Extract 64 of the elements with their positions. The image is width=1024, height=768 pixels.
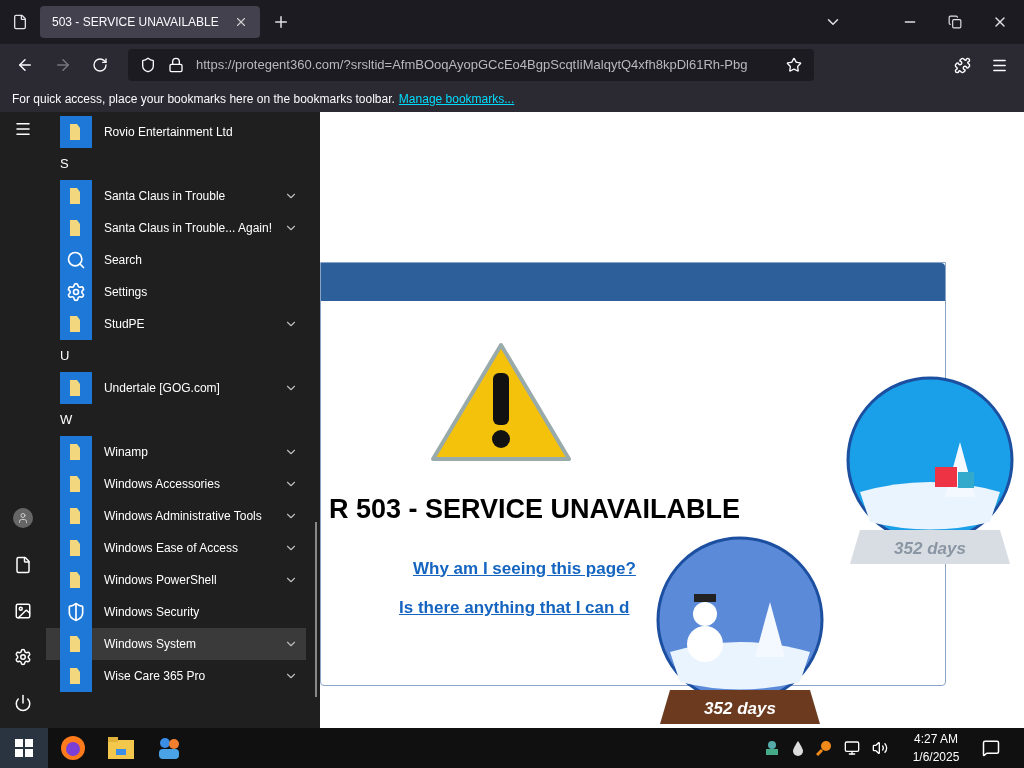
lock-icon[interactable] — [168, 57, 184, 73]
app-list-item[interactable]: Windows System — [45, 628, 306, 660]
url-text: https://protegent360.com/?srsltid=AfmBOoqAyopGCcEo4BgpScqtIiMalqytQ4xfh8kpDl61Rh-Pbg — [196, 56, 749, 75]
bookmarks-hint: For quick access, place your bookmarks here on the bookmarks toolbar. — [12, 91, 395, 108]
clock[interactable]: 4:27 AM 1/6/2025 — [904, 730, 968, 766]
windows-logo-icon — [15, 739, 33, 757]
pictures-icon[interactable] — [13, 602, 32, 620]
globe-label: 352 days — [703, 698, 777, 720]
app-list-item[interactable]: Rovio Entertainment Ltd — [45, 116, 306, 148]
people-app-icon[interactable] — [156, 735, 182, 761]
folder-icon — [59, 436, 92, 468]
volume-icon[interactable] — [872, 740, 888, 756]
documents-icon[interactable] — [13, 556, 32, 574]
settings-icon[interactable] — [13, 648, 32, 666]
new-tab-icon[interactable] — [272, 13, 290, 31]
app-list-item[interactable]: Windows Security — [45, 596, 306, 628]
back-icon[interactable] — [16, 56, 34, 74]
browser-app-icon[interactable] — [60, 735, 86, 761]
app-list-item[interactable]: Santa Claus in Trouble... Again! — [45, 212, 306, 244]
app-list-item[interactable]: Search — [45, 244, 306, 276]
shield-icon[interactable] — [140, 57, 156, 73]
app-list-item[interactable]: Windows Administrative Tools — [45, 500, 306, 532]
folder-icon — [59, 180, 92, 212]
folder-icon — [59, 308, 92, 340]
app-list-item[interactable]: Windows Accessories — [45, 468, 306, 500]
app-list-item[interactable]: Undertale [GOG.com] — [45, 372, 306, 404]
close-tab-icon[interactable] — [234, 15, 248, 29]
app-list-item[interactable]: Settings — [45, 276, 306, 308]
globe-label: 352 days — [893, 538, 967, 560]
error-heading: R 503 - SERVICE UNAVAILABLE — [329, 493, 742, 526]
scrollbar[interactable] — [315, 522, 317, 697]
folder-icon — [59, 372, 92, 404]
magnifier-tray-icon[interactable] — [816, 740, 832, 756]
folder-app-icon[interactable] — [108, 737, 134, 759]
app-list-item[interactable]: Santa Claus in Trouble — [45, 180, 306, 212]
help-link[interactable]: Why am I seeing this page? — [413, 555, 636, 581]
address-bar[interactable]: https://protegent360.com/?srsltid=AfmBOoqAyopGCcEo4BgpScqtIiMalqytQ4xfh8kpDl61Rh-Pbg — [128, 49, 814, 81]
start-button[interactable] — [0, 728, 48, 768]
manage-bookmarks-link[interactable]: Manage bookmarks... — [398, 90, 515, 108]
app-list-item[interactable]: Windows PowerShell — [45, 564, 306, 596]
tray-app-icon[interactable] — [764, 740, 780, 756]
forward-icon — [54, 56, 72, 74]
app-list-item[interactable]: Wise Care 365 Pro — [45, 660, 306, 692]
tab-list-icon[interactable] — [12, 14, 28, 30]
extensions-icon[interactable] — [954, 56, 971, 74]
folder-icon — [59, 660, 92, 692]
app-list-item[interactable]: Winamp — [45, 436, 306, 468]
app-list-item[interactable]: Windows Ease of Access — [45, 532, 306, 564]
network-icon[interactable] — [844, 740, 860, 756]
user-avatar-icon[interactable] — [12, 508, 33, 528]
reload-icon[interactable] — [92, 57, 108, 73]
menu-icon[interactable] — [13, 120, 32, 138]
notifications-icon[interactable] — [982, 739, 1000, 757]
bookmark-star-icon[interactable] — [786, 57, 802, 73]
drop-icon[interactable] — [792, 740, 804, 756]
section-letter[interactable]: U — [59, 346, 70, 366]
restore-icon[interactable] — [948, 15, 962, 29]
power-icon[interactable] — [13, 694, 32, 712]
folder-icon — [59, 116, 92, 148]
section-letter[interactable]: W — [59, 410, 73, 430]
app-list-item[interactable]: StudPE — [45, 308, 306, 340]
help-link[interactable]: Is there anything that I can d — [399, 595, 630, 621]
browser-tab[interactable]: 503 - SERVICE UNAVAILABLE — [40, 6, 260, 38]
section-letter[interactable]: S — [59, 154, 69, 174]
